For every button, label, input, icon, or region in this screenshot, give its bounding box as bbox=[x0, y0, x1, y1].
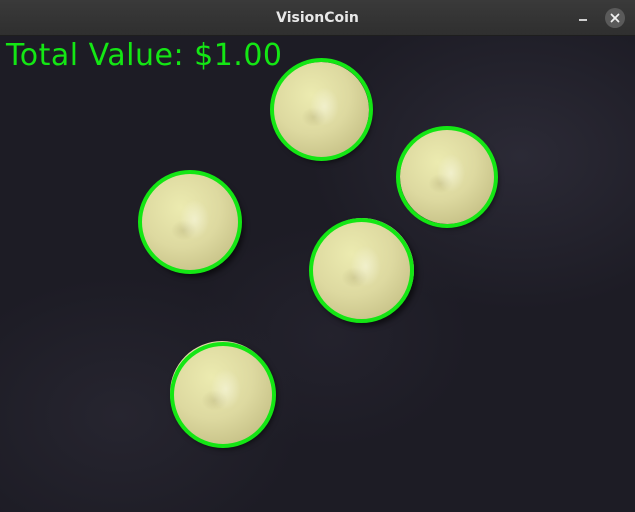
detection-ring bbox=[138, 170, 242, 274]
camera-view: Total Value: $1.00 bbox=[0, 36, 635, 512]
detection-ring bbox=[170, 342, 276, 448]
detection-ring bbox=[270, 58, 373, 161]
title-bar[interactable]: VisionCoin bbox=[0, 0, 635, 36]
close-button[interactable] bbox=[605, 8, 625, 28]
total-value-label: Total Value: $1.00 bbox=[6, 38, 283, 73]
window-title: VisionCoin bbox=[276, 10, 359, 26]
detection-ring bbox=[309, 218, 414, 323]
close-icon bbox=[610, 13, 620, 23]
detection-ring bbox=[396, 126, 498, 228]
minimize-icon bbox=[579, 19, 587, 21]
app-window: VisionCoin Total Value: $1.00 bbox=[0, 0, 635, 512]
minimize-button[interactable] bbox=[572, 8, 594, 28]
